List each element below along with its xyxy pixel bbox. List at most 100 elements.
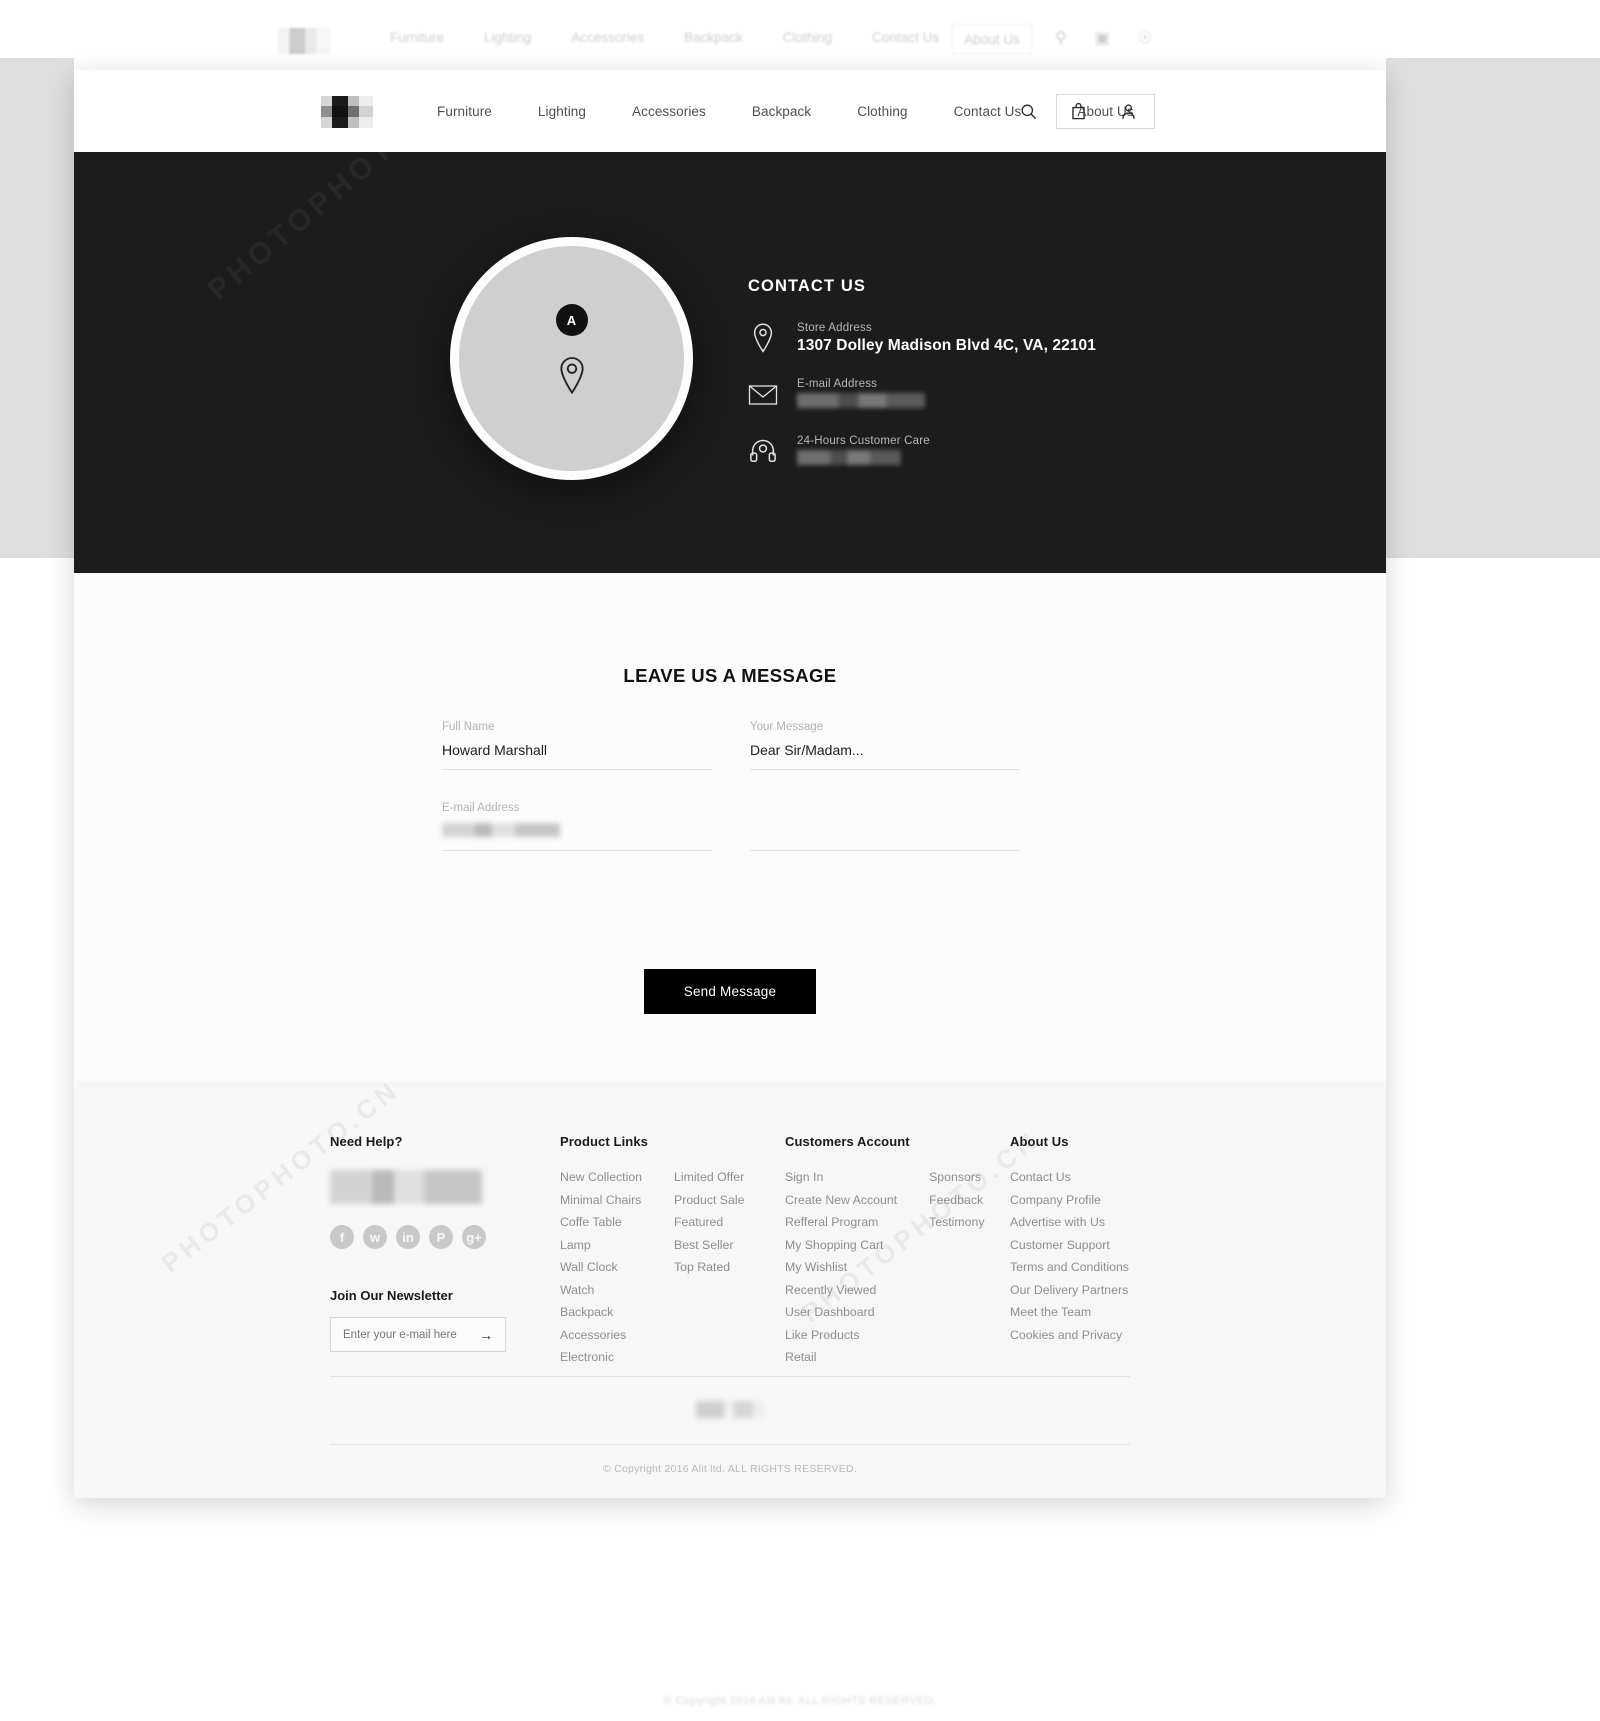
list-item[interactable]: Lamp — [560, 1238, 642, 1252]
list-item[interactable]: Coffe Table — [560, 1215, 642, 1229]
map-badge: A — [555, 304, 588, 336]
nav-item-furniture[interactable]: Furniture — [414, 104, 515, 119]
bg-nav-item: Furniture — [390, 30, 445, 45]
message-line-2-input[interactable] — [750, 823, 1020, 851]
list-item[interactable]: Company Profile — [1010, 1193, 1190, 1207]
background-panel-left — [0, 58, 74, 558]
footer-heading-need-help: Need Help? — [330, 1134, 403, 1149]
list-item[interactable]: Limited Offer — [674, 1170, 744, 1184]
contact-value-address: 1307 Dolley Madison Blvd 4C, VA, 22101 — [797, 337, 1096, 354]
headset-icon — [750, 439, 776, 462]
send-message-button[interactable]: Send Message — [644, 969, 816, 1014]
alit-logo-icon[interactable] — [321, 96, 373, 128]
full-name-input[interactable]: Howard Marshall — [442, 742, 712, 770]
pinterest-icon[interactable]: P — [429, 1225, 453, 1249]
list-item[interactable]: Product Sale — [674, 1193, 744, 1207]
nav-item-lighting[interactable]: Lighting — [515, 104, 609, 119]
list-item[interactable]: Cookies and Privacy — [1010, 1328, 1190, 1342]
field-label: Full Name — [442, 721, 495, 733]
contact-us-heading: CONTACT US — [748, 277, 866, 295]
list-item[interactable]: Create New Account — [785, 1193, 897, 1207]
background-nav-links: Furniture Lighting Accessories Backpack … — [390, 30, 939, 45]
list-item[interactable]: Accessories — [560, 1328, 642, 1342]
list-item[interactable]: My Shopping Cart — [785, 1238, 897, 1252]
background-header-icons: ⚲ ▣ ☉ — [1055, 28, 1152, 48]
nav-item-accessories[interactable]: Accessories — [609, 104, 729, 119]
list-item[interactable]: Like Products — [785, 1328, 897, 1342]
facebook-icon[interactable]: f — [330, 1225, 354, 1249]
contact-row-address: Store Address 1307 Dolley Madison Blvd 4… — [748, 322, 1178, 356]
list-item[interactable]: Terms and Conditions — [1010, 1260, 1190, 1274]
header-icons — [1019, 70, 1138, 152]
nav-item-clothing[interactable]: Clothing — [834, 104, 930, 119]
list-item[interactable]: Customer Support — [1010, 1238, 1190, 1252]
contact-label: E-mail Address — [797, 378, 878, 390]
search-icon[interactable] — [1019, 102, 1038, 121]
googleplus-icon[interactable]: g+ — [462, 1225, 486, 1249]
newsletter-submit-arrow-icon[interactable]: → — [479, 1327, 493, 1343]
footer-copyright: © Copyright 2016 Alit ltd. ALL RIGHTS RE… — [602, 1463, 858, 1475]
location-pin-icon — [753, 323, 773, 353]
footer-col-product-links: Product Links New Collection Minimal Cha… — [560, 1134, 785, 1373]
field-full-name: Full Name Howard Marshall — [442, 721, 712, 770]
twitter-icon[interactable]: w — [363, 1225, 387, 1249]
footer-heading-product-links: Product Links — [560, 1134, 648, 1149]
list-item[interactable]: Our Delivery Partners — [1010, 1283, 1190, 1297]
list-item[interactable]: Testimony — [929, 1215, 984, 1229]
email-address-input[interactable] — [442, 823, 712, 851]
redacted-email-value — [442, 823, 560, 837]
bag-icon[interactable] — [1069, 102, 1088, 121]
payment-logos-redacted — [696, 1401, 764, 1418]
map-circle[interactable]: A — [450, 237, 693, 480]
product-links-list-2: Limited Offer Product Sale Featured Best… — [674, 1170, 744, 1373]
footer-divider-top — [330, 1376, 1130, 1377]
footer-col-customers-account: Customers Account Sign In Create New Acc… — [785, 1134, 1010, 1373]
list-item[interactable]: Electronic — [560, 1350, 642, 1364]
list-item[interactable]: Wall Clock — [560, 1260, 642, 1274]
customers-account-list-2: Sponsors Feedback Testimony — [929, 1170, 984, 1373]
site-footer: PHOTOPHOTO.CN PHOTOPHOTO.CN Need Help? f… — [74, 1074, 1386, 1498]
list-item[interactable]: Best Seller — [674, 1238, 744, 1252]
list-item[interactable]: Backpack — [560, 1305, 642, 1319]
list-item[interactable]: Sign In — [785, 1170, 897, 1184]
contact-value-care — [797, 450, 930, 470]
search-icon: ⚲ — [1055, 30, 1067, 47]
your-message-input[interactable]: Dear Sir/Madam... — [750, 742, 1020, 770]
list-item[interactable]: Meet the Team — [1010, 1305, 1190, 1319]
social-links: f w in P g+ — [330, 1225, 560, 1249]
list-item[interactable]: New Collection — [560, 1170, 642, 1184]
list-item[interactable]: Contact Us — [1010, 1170, 1190, 1184]
field-label — [750, 802, 1020, 814]
footer-col-need-help: Need Help? f w in P g+ Join Our Newslett… — [330, 1134, 560, 1373]
background-nav-ghost: Furniture Lighting Accessories Backpack … — [0, 0, 1600, 58]
nav-item-backpack[interactable]: Backpack — [729, 104, 834, 119]
list-item[interactable]: Retail — [785, 1350, 897, 1364]
list-item[interactable]: Watch — [560, 1283, 642, 1297]
contact-hero: PHOTOPHOTO.CN A CONTACT US Store Address… — [74, 152, 1386, 573]
list-item[interactable]: Feedback — [929, 1193, 984, 1207]
list-item[interactable]: Advertise with Us — [1010, 1215, 1190, 1229]
field-label: E-mail Address — [442, 802, 520, 814]
list-item[interactable]: Top Rated — [674, 1260, 744, 1274]
redacted-email — [797, 393, 925, 408]
background-copyright: © Copyright 2016 Alit ltd. ALL RIGHTS RE… — [663, 1695, 937, 1707]
list-item[interactable]: My Wishlist — [785, 1260, 897, 1274]
field-message-line-2 — [750, 802, 1020, 851]
user-icon[interactable] — [1119, 102, 1138, 121]
redacted-contact-number — [330, 1170, 560, 1204]
list-item[interactable]: Sponsors — [929, 1170, 984, 1184]
list-item[interactable]: Minimal Chairs — [560, 1193, 642, 1207]
linkedin-icon[interactable]: in — [396, 1225, 420, 1249]
list-item[interactable]: Refferal Program — [785, 1215, 897, 1229]
about-us-list: Contact Us Company Profile Advertise wit… — [1010, 1170, 1190, 1342]
contact-row-care: 24-Hours Customer Care — [748, 435, 1178, 470]
list-item[interactable]: Recently Viewed — [785, 1283, 897, 1297]
background-logo-icon — [278, 28, 330, 54]
list-item[interactable]: User Dashboard — [785, 1305, 897, 1319]
footer-heading-about-us: About Us — [1010, 1134, 1069, 1149]
bg-nav-item: Clothing — [782, 30, 833, 45]
newsletter-heading: Join Our Newsletter — [330, 1288, 453, 1303]
field-label: Your Message — [750, 721, 824, 733]
list-item[interactable]: Featured — [674, 1215, 744, 1229]
newsletter-email-input[interactable] — [343, 1328, 469, 1341]
